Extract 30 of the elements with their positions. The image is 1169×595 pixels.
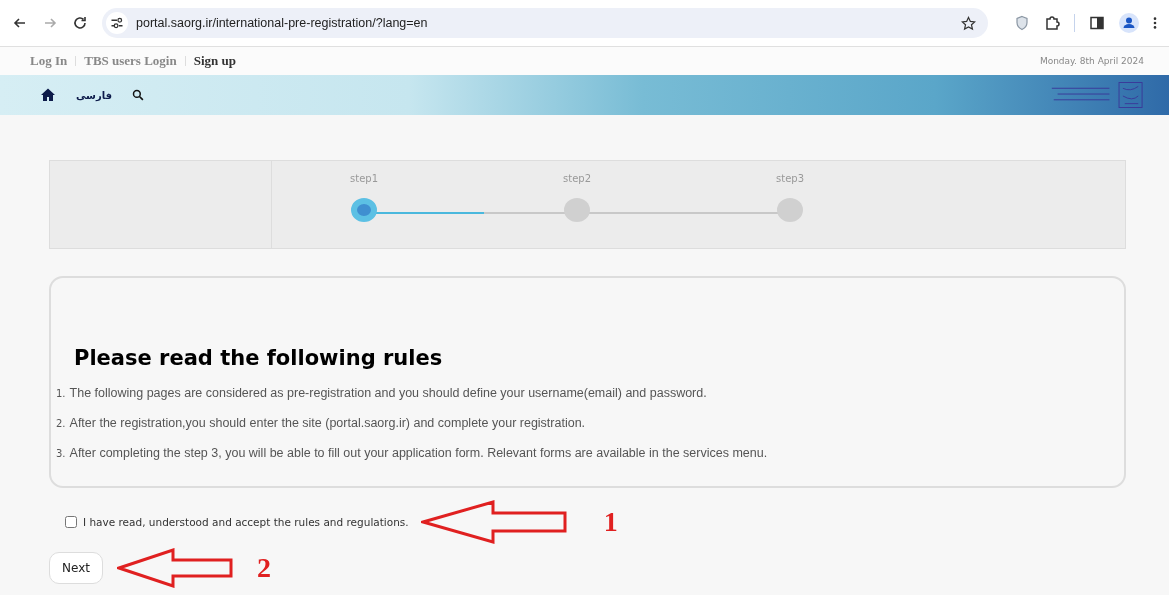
date-text: Monday. 8th April 2024 (1039, 56, 1144, 66)
accept-checkbox[interactable] (65, 516, 77, 528)
side-panel-icon[interactable] (1089, 15, 1105, 31)
next-button[interactable]: Next (49, 552, 103, 584)
url-text: portal.saorg.ir/international-pre-registration/?lang=en (136, 16, 429, 30)
step-label: step1 (350, 173, 378, 184)
language-link[interactable]: فارسی (76, 89, 112, 101)
site-info-icon[interactable] (106, 12, 128, 34)
rule-text: The following pages are considered as pre-registration and you should define your username(email) and password. (69, 386, 707, 400)
rules-heading: Please read the following rules (74, 346, 444, 370)
profile-icon[interactable] (1119, 13, 1139, 33)
home-icon[interactable] (40, 87, 56, 103)
address-bar[interactable]: portal.saorg.ir/international-pre-registration/?lang=en (102, 8, 988, 38)
menu-icon[interactable] (1153, 16, 1157, 30)
top-link[interactable]: Sign up (193, 53, 236, 69)
accept-label: I have read, understood and accept the rules and regulations. (83, 516, 409, 528)
star-icon[interactable] (961, 15, 976, 31)
annotation-number: 1 (603, 506, 618, 538)
search-icon[interactable] (132, 89, 144, 101)
rule-text: After completing the step 3, you will be able to fill out your application form. Relevant forms are available in the services menu. (69, 446, 768, 460)
rule-number: 3. (56, 448, 66, 459)
reload-icon[interactable] (72, 15, 88, 31)
annotation-number: 2 (256, 552, 271, 584)
shield-icon[interactable] (1014, 15, 1030, 31)
step-label: step2 (563, 173, 591, 184)
puzzle-icon[interactable] (1044, 15, 1060, 31)
rule-number: 2. (56, 418, 66, 429)
step-label: step3 (776, 173, 804, 184)
rule-number: 1. (56, 388, 66, 399)
rule-text: After the registration,you should enter the site (portal.saorg.ir) and complete your registration. (69, 416, 586, 430)
